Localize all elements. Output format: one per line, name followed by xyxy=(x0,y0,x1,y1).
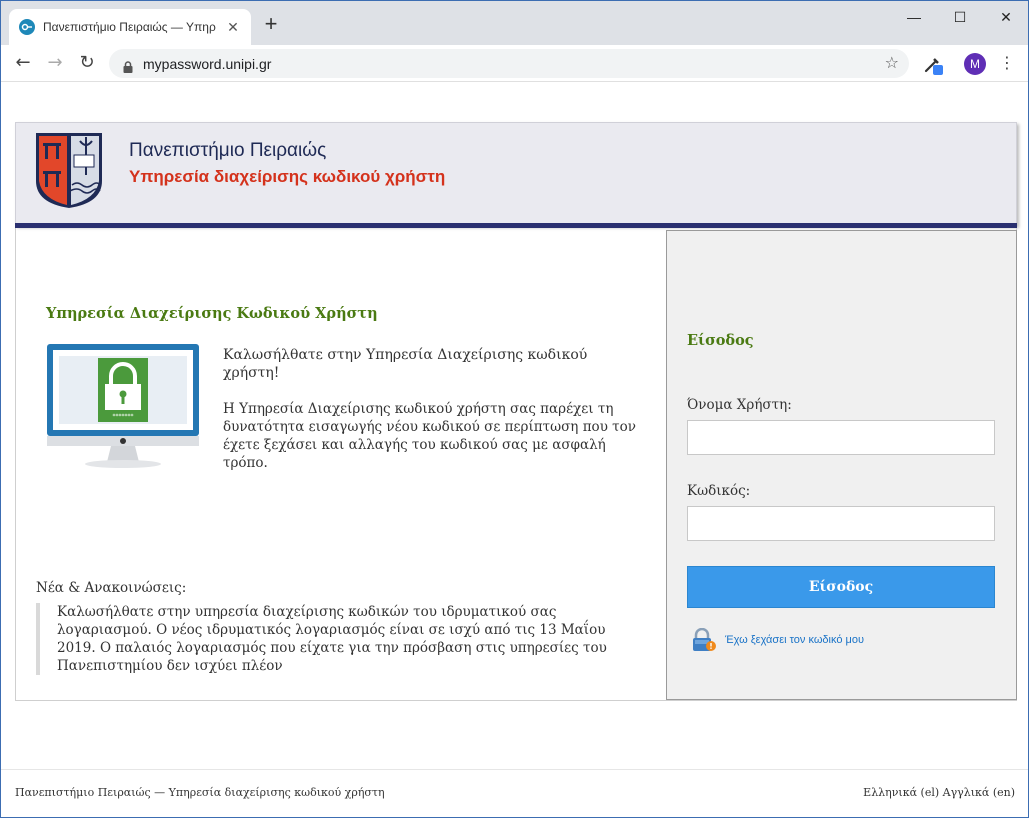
site-header: Πανεπιστήμιο Πειραιώς Υπηρεσία διαχείρισ… xyxy=(15,122,1017,226)
tab-strip: Πανεπιστήμιο Πειραιώς — Υπηρ ✕ + — ☐ ✕ xyxy=(1,1,1028,45)
page-title: Υπηρεσία Διαχείρισης Κωδικού Χρήστη xyxy=(46,305,378,322)
web-page: Πανεπιστήμιο Πειραιώς Υπηρεσία διαχείρισ… xyxy=(1,83,1028,817)
minimize-button[interactable]: — xyxy=(891,3,937,33)
browser-toolbar: ← → ↻ mypassword.unipi.gr ☆ M ⋮ xyxy=(1,45,1028,82)
login-panel: Είσοδος Όνομα Χρήστη: Κωδικός: Είσοδος Έ… xyxy=(666,230,1017,700)
login-title: Είσοδος xyxy=(687,332,754,349)
reload-icon[interactable]: ↻ xyxy=(74,51,100,77)
service-name: Υπηρεσία διαχείρισης κωδικού χρήστη xyxy=(129,167,446,186)
language-switcher[interactable]: Ελληνικά (el) Αγγλικά (en) xyxy=(863,786,1015,799)
svg-text:*******: ******* xyxy=(113,413,134,420)
avatar[interactable]: M xyxy=(964,53,986,75)
username-label: Όνομα Χρήστη: xyxy=(687,397,792,413)
browser-tab[interactable]: Πανεπιστήμιο Πειραιώς — Υπηρ ✕ xyxy=(9,9,251,45)
welcome-text: Καλωσήλθατε στην Υπηρεσία Διαχείρισης κω… xyxy=(223,347,588,381)
news-announcement: Καλωσήλθατε στην υπηρεσία διαχείρισης κω… xyxy=(36,603,636,675)
university-name: Πανεπιστήμιο Πειραιώς xyxy=(129,140,327,161)
password-field[interactable] xyxy=(687,506,995,541)
login-button[interactable]: Είσοδος xyxy=(687,566,995,608)
university-logo-icon xyxy=(34,131,104,209)
browser-window: Πανεπιστήμιο Πειραιώς — Υπηρ ✕ + — ☐ ✕ ←… xyxy=(0,0,1029,818)
service-description: Η Υπηρεσία Διαχείρισης κωδικού χρήστη σα… xyxy=(223,401,636,471)
footer-divider xyxy=(1,769,1028,770)
menu-dots-icon[interactable]: ⋮ xyxy=(999,53,1015,75)
footer-site-name: Πανεπιστήμιο Πειραιώς — Υπηρεσία διαχείρ… xyxy=(15,786,385,799)
main-content: Υπηρεσία Διαχείρισης Κωδικού Χρήστη ****… xyxy=(15,228,1017,701)
forgot-password-link[interactable]: Έχω ξεχάσει τον κωδικό μου xyxy=(725,634,864,646)
url-text: mypassword.unipi.gr xyxy=(143,55,272,72)
forgot-password[interactable]: Έχω ξεχάσει τον κωδικό μου xyxy=(691,627,864,652)
back-arrow-icon[interactable]: ← xyxy=(10,51,36,77)
close-window-button[interactable]: ✕ xyxy=(983,3,1029,33)
star-icon[interactable]: ☆ xyxy=(885,53,899,72)
password-label: Κωδικός: xyxy=(687,483,751,499)
padlock-warning-icon xyxy=(691,627,717,652)
tab-close-icon[interactable]: ✕ xyxy=(225,19,241,36)
maximize-button[interactable]: ☐ xyxy=(937,3,983,33)
username-field[interactable] xyxy=(687,420,995,455)
tab-title: Πανεπιστήμιο Πειραιώς — Υπηρ xyxy=(43,20,216,34)
lock-icon xyxy=(123,58,133,73)
new-tab-button[interactable]: + xyxy=(259,13,283,37)
address-bar[interactable]: mypassword.unipi.gr ☆ xyxy=(109,49,909,78)
key-favicon-icon xyxy=(19,19,35,35)
news-heading: Νέα & Ανακοινώσεις: xyxy=(36,580,187,596)
forward-arrow-icon[interactable]: → xyxy=(42,51,68,77)
monitor-lock-icon: ******* xyxy=(47,344,199,468)
eyedropper-extension-icon[interactable] xyxy=(923,54,945,76)
